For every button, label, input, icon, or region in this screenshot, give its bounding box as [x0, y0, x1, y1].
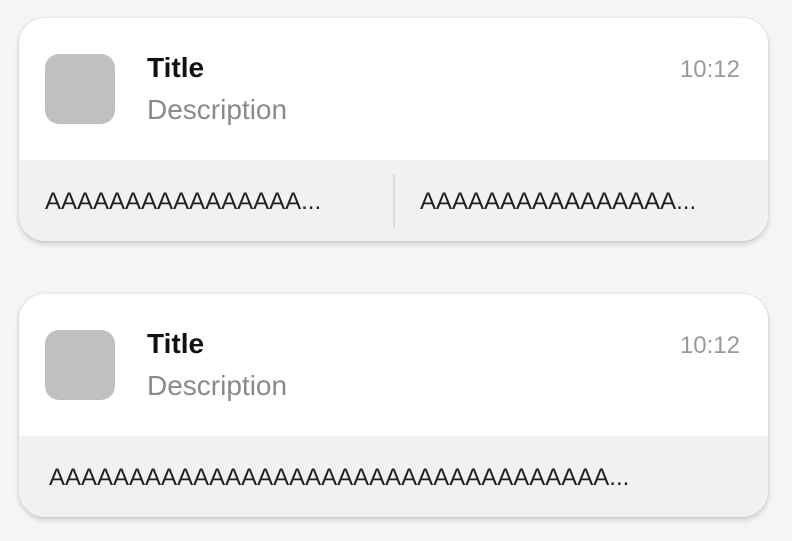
- card-time: 10:12: [679, 332, 740, 359]
- card-title: Title: [147, 328, 205, 359]
- action-button-left[interactable]: AAAAAAAAAAAAAAAA...: [45, 160, 367, 241]
- card-title: Title: [147, 52, 205, 83]
- action-button[interactable]: AAAAAAAAAAAAAAAAAAAAAAAAAAAAAAAAAAA...: [49, 436, 738, 517]
- thumbnail-placeholder: [45, 54, 115, 124]
- card-header: Title Description 10:12: [19, 294, 768, 436]
- thumbnail-placeholder: [45, 330, 115, 400]
- card-description: Description: [147, 370, 288, 401]
- card-action-bar: AAAAAAAAAAAAAAAAAAAAAAAAAAAAAAAAAAA...: [19, 436, 768, 517]
- card-header: Title Description 10:12: [19, 18, 768, 160]
- action-button-right[interactable]: AAAAAAAAAAAAAAAA...: [420, 160, 742, 241]
- notification-card[interactable]: Title Description 10:12 AAAAAAAAAAAAAAAA…: [19, 294, 768, 517]
- card-action-bar: AAAAAAAAAAAAAAAA... AAAAAAAAAAAAAAAA...: [19, 160, 768, 241]
- card-description: Description: [147, 94, 288, 125]
- notification-card[interactable]: Title Description 10:12 AAAAAAAAAAAAAAAA…: [19, 18, 768, 241]
- card-time: 10:12: [679, 56, 740, 83]
- action-divider: [393, 174, 395, 228]
